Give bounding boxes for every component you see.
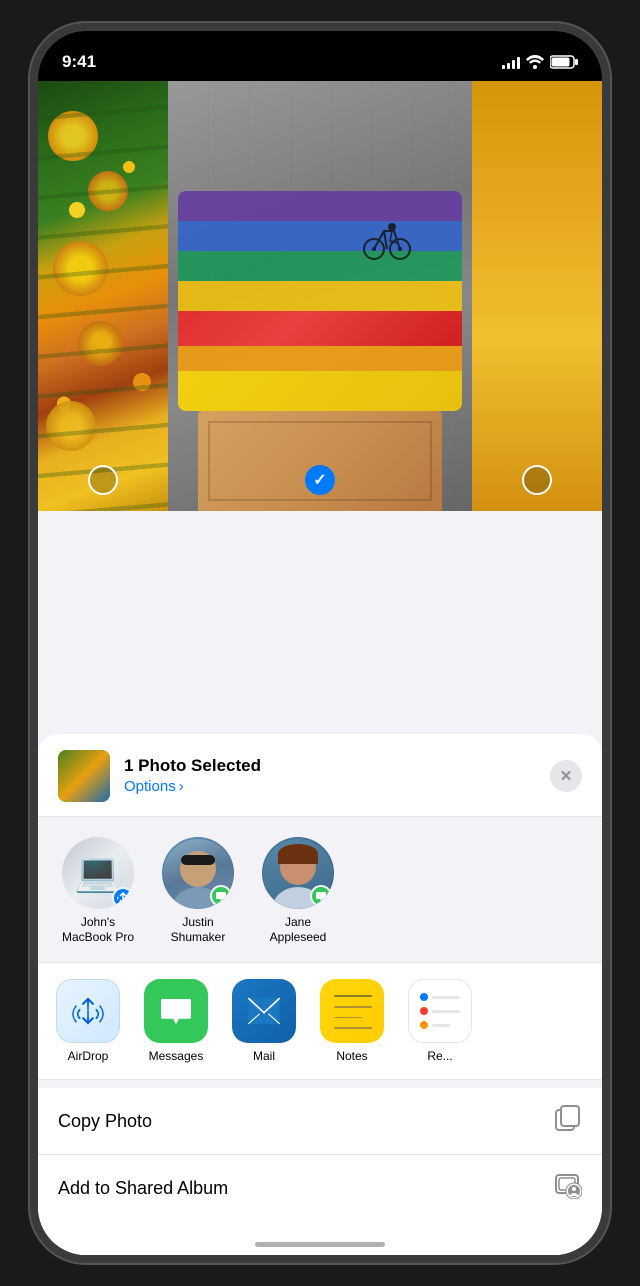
photo-circle-center[interactable]: ✓: [305, 465, 335, 495]
photo-circle-left[interactable]: [88, 465, 118, 495]
photo-right[interactable]: [472, 81, 602, 511]
photo-center[interactable]: ✓: [168, 81, 472, 511]
share-title: 1 Photo Selected: [124, 756, 536, 776]
avatar-macbook: 💻: [62, 837, 134, 909]
airdrop-badge: [112, 887, 134, 909]
app-reminder[interactable]: Re...: [400, 979, 480, 1063]
airdrop-icon: [56, 979, 120, 1043]
messages-icon: [144, 979, 208, 1043]
person-macbook-name: John's MacBook Pro: [58, 915, 138, 946]
photo-left[interactable]: [38, 81, 168, 511]
add-shared-album-label: Add to Shared Album: [58, 1178, 228, 1199]
options-button[interactable]: Options ›: [124, 778, 536, 795]
signal-icon: [502, 55, 520, 69]
phone-frame: 9:41: [30, 23, 610, 1263]
photo-circle-right[interactable]: [522, 465, 552, 495]
messages-badge-jane: [310, 885, 332, 907]
home-indicator-container: [38, 1221, 602, 1255]
app-notes[interactable]: Notes: [312, 979, 392, 1063]
reminder-label: Re...: [427, 1049, 452, 1063]
airdrop-label: AirDrop: [68, 1049, 109, 1063]
copy-icon: [554, 1104, 582, 1138]
mail-label: Mail: [253, 1049, 275, 1063]
copy-photo-row[interactable]: Copy Photo: [38, 1088, 602, 1155]
reminder-icon: [408, 979, 472, 1043]
avatar-justin: [162, 837, 234, 909]
notes-icon: [320, 979, 384, 1043]
copy-photo-label: Copy Photo: [58, 1111, 152, 1132]
apps-row: AirDrop Messages: [48, 979, 592, 1063]
wifi-icon: [526, 55, 544, 69]
app-messages[interactable]: Messages: [136, 979, 216, 1063]
person-justin[interactable]: Justin Shumaker: [158, 837, 238, 946]
action-rows: Copy Photo Add to Shared Album: [38, 1088, 602, 1221]
home-indicator: [255, 1242, 385, 1247]
status-icons: [502, 55, 578, 69]
app-mail[interactable]: Mail: [224, 979, 304, 1063]
photo-strip: ✓: [38, 81, 602, 511]
photo-thumbnail: [58, 750, 110, 802]
apps-row-container: AirDrop Messages: [38, 962, 602, 1080]
shared-album-icon: [554, 1171, 582, 1205]
share-header: 1 Photo Selected Options › ✕: [38, 734, 602, 817]
app-airdrop[interactable]: AirDrop: [48, 979, 128, 1063]
mail-icon: [232, 979, 296, 1043]
notes-label: Notes: [336, 1049, 367, 1063]
screen-content: ✓ 1 Photo Selected Options ›: [38, 81, 602, 1255]
close-button[interactable]: ✕: [550, 760, 582, 792]
status-time: 9:41: [62, 52, 96, 72]
messages-badge-justin: [210, 885, 232, 907]
people-row: 💻 John's MacBook Pro: [38, 817, 602, 962]
battery-icon: [550, 55, 578, 69]
share-title-area: 1 Photo Selected Options ›: [124, 756, 536, 795]
add-shared-album-row[interactable]: Add to Shared Album: [38, 1155, 602, 1221]
person-justin-name: Justin Shumaker: [158, 915, 238, 946]
share-sheet: 1 Photo Selected Options › ✕ 💻: [38, 734, 602, 1255]
person-macbook[interactable]: 💻 John's MacBook Pro: [58, 837, 138, 946]
avatar-jane: [262, 837, 334, 909]
person-jane[interactable]: Jane Appleseed: [258, 837, 338, 946]
person-jane-name: Jane Appleseed: [258, 915, 338, 946]
messages-label: Messages: [149, 1049, 204, 1063]
notch: [240, 31, 400, 63]
